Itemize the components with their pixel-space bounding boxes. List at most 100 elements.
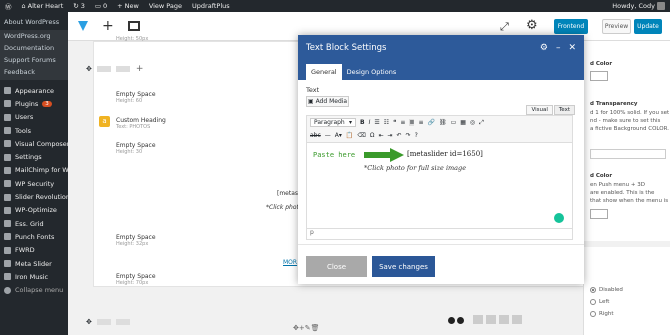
sidebar-item-wp-optimize[interactable]: WP-Optimize xyxy=(0,204,68,217)
vc-element-empty-space[interactable]: Empty Space Height: 60 xyxy=(116,91,156,104)
sidebar-collapse-menu[interactable]: Collapse menu xyxy=(0,283,68,296)
save-changes-button[interactable]: Save changes xyxy=(372,256,435,277)
color-swatch[interactable] xyxy=(590,209,608,219)
radio-disabled[interactable]: Disabled xyxy=(590,287,623,293)
updates-link[interactable]: ↻ 3 xyxy=(68,2,90,10)
sidebar-item-meta-slider[interactable]: Meta Slider xyxy=(0,257,68,270)
panel-divider xyxy=(584,241,670,247)
sidebar-item-fwrd[interactable]: FWRD xyxy=(0,244,68,257)
vc-element-empty-space[interactable]: Empty Space Height: 32px xyxy=(116,234,156,247)
column-handle[interactable] xyxy=(115,319,130,325)
templates-icon[interactable] xyxy=(127,21,140,31)
plugins-update-badge: 3 xyxy=(42,100,52,107)
bullet-list-icon[interactable]: ☰ xyxy=(374,119,379,126)
undo-icon[interactable]: ↶ xyxy=(397,132,402,139)
sidebar-item-iron-music[interactable]: Iron Music xyxy=(0,270,68,283)
sidebar-item-users[interactable]: Users xyxy=(0,111,68,124)
editor-content[interactable]: Paste here [metaslider id=1650] *Click p… xyxy=(307,142,572,228)
drag-handle[interactable] xyxy=(96,319,111,325)
close-button[interactable]: Close xyxy=(306,256,367,277)
numbered-list-icon[interactable]: ☷ xyxy=(384,119,389,126)
indent-icon[interactable]: ⇥ xyxy=(388,132,393,139)
blockquote-icon[interactable]: ❝ xyxy=(393,119,396,126)
grammarly-icon[interactable] xyxy=(554,213,564,223)
submenu-support-forums[interactable]: Support Forums xyxy=(0,54,68,66)
account-link[interactable]: Howdy, Cody xyxy=(607,2,670,10)
bold-icon[interactable]: B xyxy=(360,119,365,126)
more-tag-icon[interactable]: ▭ xyxy=(451,119,457,126)
radio-right[interactable]: Right xyxy=(590,311,613,317)
toolbar-toggle-icon[interactable]: ▦ xyxy=(460,119,466,126)
about-submenu: About WordPress WordPress.org Documentat… xyxy=(0,14,68,80)
format-select[interactable]: Paragraph ▾ xyxy=(310,118,356,127)
gear-icon[interactable]: ⚙ xyxy=(540,43,548,53)
sidebar-item-settings[interactable]: Settings xyxy=(0,150,68,163)
text-color-icon[interactable]: A▾ xyxy=(335,132,342,139)
sidebar-item-mailchimp[interactable]: MailChimp for WP xyxy=(0,164,73,177)
more-link[interactable]: MOR xyxy=(283,259,297,266)
fullscreen-icon[interactable]: ⤢ xyxy=(500,20,509,34)
preview-button[interactable]: Preview xyxy=(602,19,631,34)
strikethrough-icon[interactable]: abc xyxy=(310,132,321,139)
shield-icon xyxy=(4,180,11,188)
align-left-icon[interactable]: ≡ xyxy=(400,119,405,126)
sidebar-item-tools[interactable]: Tools xyxy=(0,124,68,137)
sidebar-item-slider-revolution[interactable]: Slider Revolution xyxy=(0,190,70,203)
column-handle[interactable] xyxy=(115,66,130,72)
minimize-icon[interactable]: – xyxy=(556,43,561,53)
unlink-icon[interactable]: ⛓ xyxy=(439,119,447,126)
submenu-wordpress-org[interactable]: WordPress.org xyxy=(0,30,68,42)
row-edit-icons[interactable] xyxy=(473,315,522,324)
link-icon[interactable]: 🔗 xyxy=(427,119,434,126)
align-right-icon[interactable]: ≡ xyxy=(418,119,423,126)
gear-icon[interactable]: ⚙ xyxy=(526,18,538,33)
tab-general[interactable]: General xyxy=(306,64,342,80)
move-icon[interactable]: ✥ xyxy=(86,318,92,326)
sidebar-item-plugins[interactable]: Plugins 3 xyxy=(0,97,68,110)
paste-text-icon[interactable]: 📋 xyxy=(346,132,353,139)
site-name-link[interactable]: ⌂ Alter Heart xyxy=(17,2,69,10)
move-icon[interactable]: ✥ xyxy=(86,65,92,73)
add-plus-icon[interactable]: + xyxy=(136,64,144,74)
close-icon[interactable]: ✕ xyxy=(568,43,576,53)
updraftplus-link[interactable]: UpdraftPlus xyxy=(187,2,235,10)
horizontal-line-icon[interactable]: — xyxy=(325,132,331,139)
special-char-icon[interactable]: Ω xyxy=(370,132,375,139)
clear-format-icon[interactable]: ⌫ xyxy=(357,132,365,139)
color-swatch[interactable] xyxy=(590,71,608,81)
sidebar-item-wp-security[interactable]: WP Security xyxy=(0,177,68,190)
tab-text[interactable]: Text xyxy=(553,105,575,115)
sidebar-item-visual-composer[interactable]: Visual Composer xyxy=(0,137,69,150)
wordpress-logo-icon[interactable]: Ⓦ xyxy=(0,1,17,11)
tab-visual[interactable]: Visual xyxy=(526,105,553,115)
submenu-documentation[interactable]: Documentation xyxy=(0,42,68,54)
submenu-feedback[interactable]: Feedback xyxy=(0,66,68,78)
tab-design-options[interactable]: Design Options xyxy=(342,64,402,80)
sidebar-item-punch-fonts[interactable]: Punch Fonts xyxy=(0,230,68,243)
add-media-button[interactable]: ▣ Add Media xyxy=(306,96,349,107)
add-element-icon[interactable]: + xyxy=(102,18,114,34)
vc-element-empty-space[interactable]: Empty Space Height: 70px xyxy=(116,273,156,286)
vc-element-empty-space[interactable]: Height: 50px xyxy=(116,36,148,42)
vc-element-empty-space[interactable]: Empty Space Height: 30 xyxy=(116,142,156,155)
transparency-input[interactable] xyxy=(590,149,666,159)
comments-link[interactable]: ▭ 0 xyxy=(90,2,112,10)
frontend-button[interactable]: Frontend xyxy=(554,19,588,34)
vc-element-custom-heading[interactable]: Custom Heading Text: PHOTOS xyxy=(116,117,166,130)
outdent-icon[interactable]: ⇤ xyxy=(378,132,383,139)
radio-left[interactable]: Left xyxy=(590,299,609,305)
redo-icon[interactable]: ↷ xyxy=(406,132,411,139)
help-icon[interactable]: ? xyxy=(415,132,418,139)
slider-shortcode-icon[interactable]: ◎ xyxy=(470,119,475,126)
sidebar-item-ess-grid[interactable]: Ess. Grid xyxy=(0,217,68,230)
drag-handle[interactable] xyxy=(96,66,111,72)
new-content-link[interactable]: + New xyxy=(112,2,144,10)
sidebar-item-appearance[interactable]: Appearance xyxy=(0,84,68,97)
fullscreen-icon[interactable]: ⤢ xyxy=(479,119,484,127)
view-page-link[interactable]: View Page xyxy=(144,2,187,10)
row-color-swatches[interactable] xyxy=(448,317,464,324)
submenu-about-wordpress[interactable]: About WordPress xyxy=(0,14,68,30)
align-center-icon[interactable]: ≣ xyxy=(409,119,415,126)
italic-icon[interactable]: I xyxy=(369,119,371,126)
update-button[interactable]: Update xyxy=(634,19,662,34)
